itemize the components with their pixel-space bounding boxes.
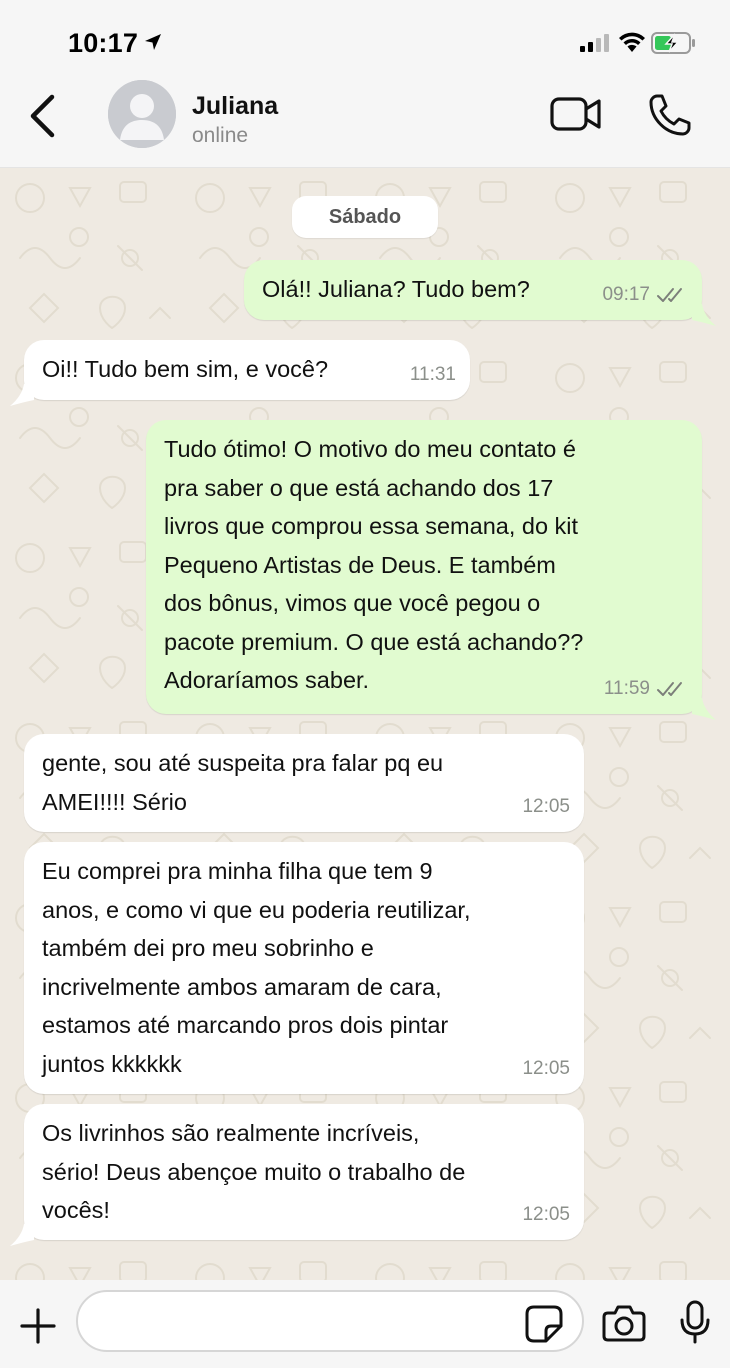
message-text: Eu comprei pra minha filha que tem 9 ano…	[42, 858, 471, 1077]
message-text: gente, sou até suspeita pra falar pq eu …	[42, 750, 444, 815]
sticker-icon[interactable]	[524, 1304, 564, 1349]
message-bubble-incoming[interactable]: gente, sou até suspeita pra falar pq eu …	[24, 734, 584, 832]
message-time: 12:05	[522, 1203, 570, 1225]
message-bubble-incoming[interactable]: Eu comprei pra minha filha que tem 9 ano…	[24, 842, 584, 1094]
message-time: 12:05	[522, 1057, 570, 1079]
message-meta: 11:31	[410, 356, 456, 395]
bubble-tail	[692, 698, 716, 720]
message-text: Os livrinhos são realmente incríveis, sé…	[42, 1120, 466, 1223]
chat-header: Juliana online	[0, 80, 730, 168]
avatar[interactable]	[108, 80, 176, 148]
message-text: Tudo ótimo! O motivo do meu contato é pr…	[164, 436, 584, 693]
contact-name[interactable]: Juliana	[192, 92, 278, 121]
double-check-icon	[657, 681, 682, 696]
message-input[interactable]	[76, 1290, 584, 1352]
bubble-tail	[10, 384, 34, 406]
message-time: 11:59	[603, 677, 650, 699]
date-chip: Sábado	[292, 196, 438, 238]
message-bubble-incoming[interactable]: Os livrinhos são realmente incríveis, sé…	[24, 1104, 584, 1240]
message-meta: 11:59	[604, 670, 686, 709]
microphone-icon[interactable]	[678, 1300, 712, 1349]
message-meta: 12:05	[522, 1050, 570, 1089]
double-check-icon	[657, 287, 682, 302]
camera-icon[interactable]	[602, 1304, 646, 1347]
battery-charging-icon	[651, 32, 697, 59]
message-text: Oi!! Tudo bem sim, e você?	[42, 356, 329, 382]
contact-status: online	[192, 124, 249, 147]
message-meta: 09:17	[602, 276, 686, 315]
video-call-icon[interactable]	[550, 96, 602, 137]
message-time: 09:17	[602, 283, 650, 305]
status-bar: 10:17	[0, 0, 730, 80]
input-bar	[0, 1280, 730, 1368]
message-time: 12:05	[522, 795, 570, 817]
location-arrow-icon	[144, 33, 162, 56]
phone-call-icon[interactable]	[648, 93, 692, 142]
chat-area[interactable]: Sábado Olá!! Juliana? Tudo bem? 09:17 Oi…	[0, 168, 730, 1280]
message-meta: 12:05	[522, 788, 570, 827]
message-bubble-incoming[interactable]: Oi!! Tudo bem sim, e você? 11:31	[24, 340, 470, 400]
message-meta: 12:05	[522, 1196, 570, 1235]
wifi-icon	[618, 31, 646, 58]
message-bubble-outgoing[interactable]: Olá!! Juliana? Tudo bem? 09:17	[244, 260, 702, 320]
bubble-tail	[10, 1224, 34, 1246]
message-time: 11:31	[409, 363, 456, 385]
plus-icon[interactable]	[18, 1306, 58, 1351]
bubble-tail	[692, 304, 716, 326]
status-time: 10:17	[68, 28, 139, 58]
signal-icon	[580, 34, 610, 57]
message-bubble-outgoing[interactable]: Tudo ótimo! O motivo do meu contato é pr…	[146, 420, 702, 714]
chevron-left-icon[interactable]	[26, 94, 58, 143]
